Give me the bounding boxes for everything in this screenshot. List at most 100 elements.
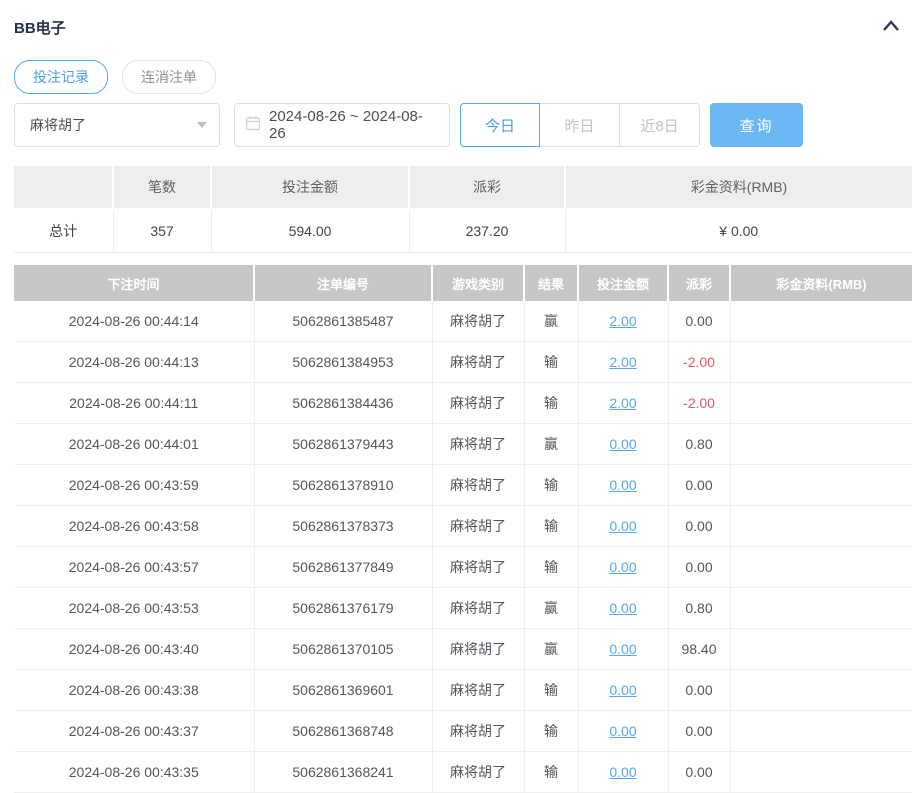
cell-time: 2024-08-26 00:44:01 xyxy=(14,424,254,465)
cell-bet: 2.00 xyxy=(578,342,668,383)
cell-payout: 0.00 xyxy=(668,506,730,547)
cell-order-id: 5062861378373 xyxy=(254,506,432,547)
cell-bonus xyxy=(730,301,912,342)
bet-amount-link[interactable]: 0.00 xyxy=(609,518,636,534)
cell-game: 麻将胡了 xyxy=(432,301,524,342)
records-body: 2024-08-26 00:44:14 5062861385487 麻将胡了 赢… xyxy=(14,301,912,793)
cell-bonus xyxy=(730,547,912,588)
cell-payout: 0.00 xyxy=(668,301,730,342)
cell-bonus xyxy=(730,711,912,752)
date-range-input[interactable]: 2024-08-26 ~ 2024-08-26 xyxy=(234,103,450,147)
cell-bet: 2.00 xyxy=(578,383,668,424)
summary-total-row: 总计 357 594.00 237.20 ¥ 0.00 xyxy=(14,209,912,253)
page-title: BB电子 xyxy=(14,17,66,38)
calendar-icon xyxy=(245,115,269,135)
cell-result: 输 xyxy=(524,342,578,383)
cell-order-id: 5062861385487 xyxy=(254,301,432,342)
filter-bar: 麻将胡了 2024-08-26 ~ 2024-08-26 今日 昨日 近8日 查… xyxy=(14,103,912,147)
cell-time: 2024-08-26 00:44:11 xyxy=(14,383,254,424)
cell-order-id: 5062861369601 xyxy=(254,670,432,711)
summary-header-row: 笔数 投注金额 派彩 彩金资料(RMB) xyxy=(14,166,912,209)
cell-result: 赢 xyxy=(524,424,578,465)
cell-payout: 0.00 xyxy=(668,752,730,793)
bet-amount-link[interactable]: 0.00 xyxy=(609,477,636,493)
cell-time: 2024-08-26 00:43:58 xyxy=(14,506,254,547)
cell-game: 麻将胡了 xyxy=(432,711,524,752)
cell-game: 麻将胡了 xyxy=(432,465,524,506)
summary-total-bonus: ¥ 0.00 xyxy=(565,209,912,253)
table-row: 2024-08-26 00:44:11 5062861384436 麻将胡了 输… xyxy=(14,383,912,424)
cell-result: 赢 xyxy=(524,301,578,342)
records-header-result: 结果 xyxy=(524,265,578,301)
cell-time: 2024-08-26 00:43:59 xyxy=(14,465,254,506)
game-select[interactable]: 麻将胡了 xyxy=(14,103,220,147)
cell-game: 麻将胡了 xyxy=(432,342,524,383)
last-8-days-button[interactable]: 近8日 xyxy=(620,103,700,147)
bet-amount-link[interactable]: 2.00 xyxy=(609,313,636,329)
date-range-value: 2024-08-26 ~ 2024-08-26 xyxy=(269,108,439,142)
cell-bet: 0.00 xyxy=(578,506,668,547)
bet-amount-link[interactable]: 0.00 xyxy=(609,641,636,657)
cell-order-id: 5062861368748 xyxy=(254,711,432,752)
cell-result: 输 xyxy=(524,465,578,506)
cell-order-id: 5062861368241 xyxy=(254,752,432,793)
cell-bonus xyxy=(730,342,912,383)
table-row: 2024-08-26 00:43:35 5062861368241 麻将胡了 输… xyxy=(14,752,912,793)
chevron-down-icon xyxy=(197,122,207,128)
table-row: 2024-08-26 00:44:14 5062861385487 麻将胡了 赢… xyxy=(14,301,912,342)
collapse-panel-button[interactable] xyxy=(880,16,902,38)
cell-bonus xyxy=(730,506,912,547)
bet-amount-link[interactable]: 0.00 xyxy=(609,559,636,575)
cell-bet: 2.00 xyxy=(578,301,668,342)
records-header-payout: 派彩 xyxy=(668,265,730,301)
cell-result: 输 xyxy=(524,752,578,793)
cell-time: 2024-08-26 00:43:38 xyxy=(14,670,254,711)
bet-amount-link[interactable]: 0.00 xyxy=(609,723,636,739)
table-row: 2024-08-26 00:44:13 5062861384953 麻将胡了 输… xyxy=(14,342,912,383)
summary-total-payout: 237.20 xyxy=(409,209,565,253)
summary-table: 笔数 投注金额 派彩 彩金资料(RMB) 总计 357 594.00 237.2… xyxy=(14,166,912,253)
cell-bet: 0.00 xyxy=(578,588,668,629)
cell-result: 输 xyxy=(524,711,578,752)
bet-amount-link[interactable]: 2.00 xyxy=(609,395,636,411)
cell-payout: 0.80 xyxy=(668,588,730,629)
cell-bet: 0.00 xyxy=(578,629,668,670)
chevron-up-icon xyxy=(881,19,901,36)
records-header-game: 游戏类别 xyxy=(432,265,524,301)
cell-bonus xyxy=(730,588,912,629)
table-row: 2024-08-26 00:44:01 5062861379443 麻将胡了 赢… xyxy=(14,424,912,465)
record-type-tabs: 投注记录 连消注单 xyxy=(14,60,912,94)
bet-amount-link[interactable]: 0.00 xyxy=(609,682,636,698)
cell-result: 赢 xyxy=(524,588,578,629)
summary-total-bet-amount: 594.00 xyxy=(211,209,409,253)
cell-order-id: 5062861384436 xyxy=(254,383,432,424)
cell-payout: 98.40 xyxy=(668,629,730,670)
cell-bet: 0.00 xyxy=(578,711,668,752)
bet-amount-link[interactable]: 2.00 xyxy=(609,354,636,370)
cell-game: 麻将胡了 xyxy=(432,670,524,711)
cell-result: 赢 xyxy=(524,629,578,670)
cell-time: 2024-08-26 00:43:57 xyxy=(14,547,254,588)
search-button[interactable]: 查询 xyxy=(710,103,803,147)
cell-order-id: 5062861376179 xyxy=(254,588,432,629)
cell-payout: 0.00 xyxy=(668,465,730,506)
tab-bet-records[interactable]: 投注记录 xyxy=(14,60,108,94)
bet-amount-link[interactable]: 0.00 xyxy=(609,600,636,616)
yesterday-button[interactable]: 昨日 xyxy=(540,103,620,147)
summary-header-blank xyxy=(14,166,113,209)
table-row: 2024-08-26 00:43:57 5062861377849 麻将胡了 输… xyxy=(14,547,912,588)
table-row: 2024-08-26 00:43:53 5062861376179 麻将胡了 赢… xyxy=(14,588,912,629)
cell-bet: 0.00 xyxy=(578,752,668,793)
cell-bonus xyxy=(730,383,912,424)
today-button[interactable]: 今日 xyxy=(460,103,540,147)
tab-cancelled-orders[interactable]: 连消注单 xyxy=(122,60,216,94)
bet-amount-link[interactable]: 0.00 xyxy=(609,764,636,780)
cell-bonus xyxy=(730,424,912,465)
cell-game: 麻将胡了 xyxy=(432,629,524,670)
cell-bonus xyxy=(730,752,912,793)
bet-amount-link[interactable]: 0.00 xyxy=(609,436,636,452)
records-header-time: 下注时间 xyxy=(14,265,254,301)
table-row: 2024-08-26 00:43:59 5062861378910 麻将胡了 输… xyxy=(14,465,912,506)
cell-game: 麻将胡了 xyxy=(432,588,524,629)
cell-time: 2024-08-26 00:43:35 xyxy=(14,752,254,793)
